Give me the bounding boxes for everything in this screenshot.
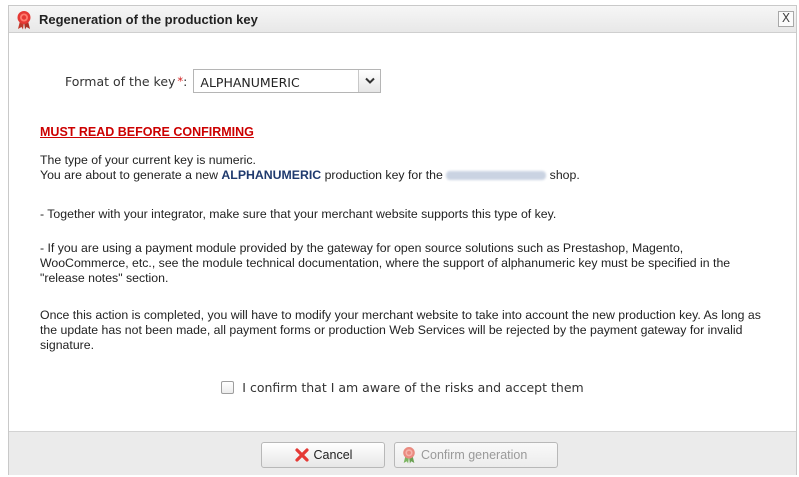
key-format-select[interactable]: ALPHANUMERIC [193,69,382,93]
red-seal-icon [15,10,33,30]
close-icon: X [781,11,791,25]
new-key-text: You are about to generate a new ALPHANUM… [40,168,775,183]
close-button[interactable]: X [778,11,794,27]
red-x-icon [294,447,310,463]
dialog-title: Regeneration of the production key [39,12,258,27]
confirm-generation-label: Confirm generation [421,448,528,462]
dialog-footer: Cancel Confirm generation [9,431,796,475]
risk-confirmation-row: I confirm that I am aware of the risks a… [9,380,796,395]
current-key-paragraph: The type of your current key is numeric.… [40,153,775,183]
risk-confirmation-label[interactable]: I confirm that I am aware of the risks a… [242,380,583,395]
cancel-button-label: Cancel [313,448,353,462]
dialog-content: Format of the key * : ALPHANUMERIC MUST … [9,33,796,431]
label-colon: : [183,73,188,89]
warning-heading: MUST READ BEFORE CONFIRMING [40,125,254,139]
risk-confirmation-checkbox[interactable] [221,381,235,394]
chevron-down-icon [365,77,376,84]
select-dropdown-button[interactable] [358,70,381,92]
new-key-type: ALPHANUMERIC [221,168,322,182]
key-format-row: Format of the key * : ALPHANUMERIC [65,69,382,93]
redacted-shop-name [446,171,547,181]
key-format-label: Format of the key [65,73,176,89]
confirm-generation-button[interactable]: Confirm generation [394,442,558,468]
post-action-paragraph: Once this action is completed, you will … [40,308,761,352]
new-key-suffix: shop. [546,168,580,182]
new-key-middle: production key for the [321,168,447,182]
regeneration-dialog: Regeneration of the production key X For… [8,5,797,475]
payment-module-paragraph: - If you are using a payment module prov… [40,241,731,285]
dialog-titlebar[interactable]: Regeneration of the production key X [9,6,796,33]
key-format-selected-value: ALPHANUMERIC [200,75,300,90]
cancel-button[interactable]: Cancel [261,442,385,468]
current-key-type-text: The type of your current key is numeric. [40,153,256,167]
seal-icon [401,446,417,464]
integrator-paragraph: - Together with your integrator, make su… [40,207,557,221]
new-key-prefix: You are about to generate a new [40,168,222,182]
